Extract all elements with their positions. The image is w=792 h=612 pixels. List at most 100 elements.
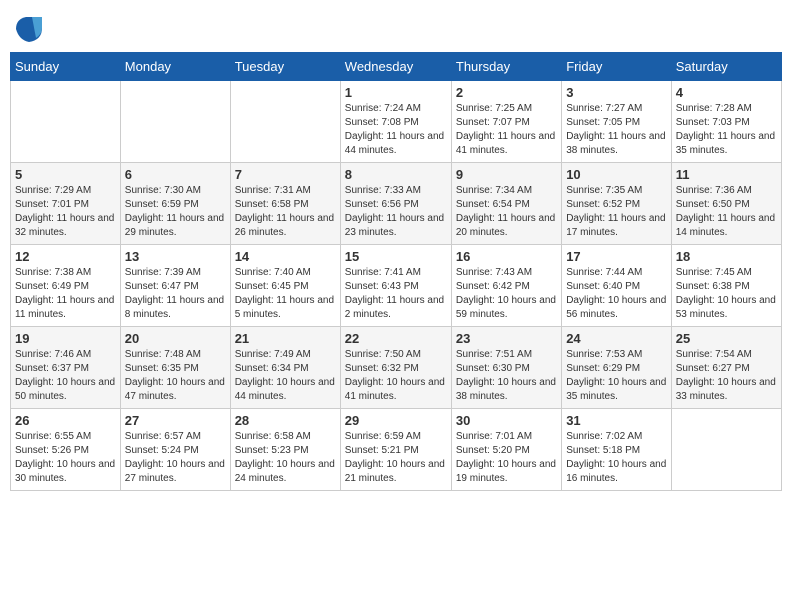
day-info: Sunrise: 7:46 AMSunset: 6:37 PMDaylight:… <box>15 348 116 404</box>
calendar-cell: 2 Sunrise: 7:25 AMSunset: 7:07 PMDaylight… <box>451 81 561 163</box>
calendar-cell: 27 Sunrise: 6:57 AMSunset: 5:24 PMDayligh… <box>120 409 230 491</box>
day-number: 4 <box>676 85 777 100</box>
day-info: Sunrise: 7:24 AMSunset: 7:08 PMDaylight:… <box>345 102 447 158</box>
day-info: Sunrise: 7:01 AMSunset: 5:20 PMDaylight:… <box>456 430 557 486</box>
day-number: 13 <box>125 249 226 264</box>
weekday-header-friday: Friday <box>562 53 672 81</box>
day-info: Sunrise: 7:34 AMSunset: 6:54 PMDaylight:… <box>456 184 557 240</box>
calendar-cell: 16 Sunrise: 7:43 AMSunset: 6:42 PMDayligh… <box>451 245 561 327</box>
calendar-cell: 14 Sunrise: 7:40 AMSunset: 6:45 PMDayligh… <box>230 245 340 327</box>
calendar-cell: 23 Sunrise: 7:51 AMSunset: 6:30 PMDayligh… <box>451 327 561 409</box>
weekday-header-sunday: Sunday <box>11 53 121 81</box>
calendar-cell: 7 Sunrise: 7:31 AMSunset: 6:58 PMDaylight… <box>230 163 340 245</box>
day-number: 23 <box>456 331 557 346</box>
day-number: 10 <box>566 167 667 182</box>
calendar-cell: 13 Sunrise: 7:39 AMSunset: 6:47 PMDayligh… <box>120 245 230 327</box>
calendar-cell: 20 Sunrise: 7:48 AMSunset: 6:35 PMDayligh… <box>120 327 230 409</box>
day-number: 3 <box>566 85 667 100</box>
calendar-cell: 28Sunrise: 6:58 AMSunset: 5:23 PMDayligh… <box>230 409 340 491</box>
day-number: 24 <box>566 331 667 346</box>
day-number: 2 <box>456 85 557 100</box>
day-number: 14 <box>235 249 336 264</box>
day-info: Sunrise: 7:41 AMSunset: 6:43 PMDaylight:… <box>345 266 447 322</box>
calendar-week-2: 5 Sunrise: 7:29 AMSunset: 7:01 PMDaylight… <box>11 163 782 245</box>
calendar-cell: 30Sunrise: 7:01 AMSunset: 5:20 PMDayligh… <box>451 409 561 491</box>
day-number: 5 <box>15 167 116 182</box>
weekday-header-wednesday: Wednesday <box>340 53 451 81</box>
day-info: Sunrise: 7:38 AMSunset: 6:49 PMDaylight:… <box>15 266 116 322</box>
calendar-cell: 24 Sunrise: 7:53 AMSunset: 6:29 PMDayligh… <box>562 327 672 409</box>
day-number: 29 <box>345 413 447 428</box>
day-number: 1 <box>345 85 447 100</box>
day-info: Sunrise: 7:02 AMSunset: 5:18 PMDaylight:… <box>566 430 667 486</box>
day-number: 27 <box>125 413 226 428</box>
day-info: Sunrise: 7:31 AMSunset: 6:58 PMDaylight:… <box>235 184 336 240</box>
day-info: Sunrise: 7:43 AMSunset: 6:42 PMDaylight:… <box>456 266 557 322</box>
day-number: 12 <box>15 249 116 264</box>
day-info: Sunrise: 7:30 AMSunset: 6:59 PMDaylight:… <box>125 184 226 240</box>
calendar-cell: 10 Sunrise: 7:35 AMSunset: 6:52 PMDayligh… <box>562 163 672 245</box>
calendar-cell: 19 Sunrise: 7:46 AMSunset: 6:37 PMDayligh… <box>11 327 121 409</box>
day-number: 7 <box>235 167 336 182</box>
day-info: Sunrise: 7:33 AMSunset: 6:56 PMDaylight:… <box>345 184 447 240</box>
calendar-week-4: 19 Sunrise: 7:46 AMSunset: 6:37 PMDayligh… <box>11 327 782 409</box>
day-number: 22 <box>345 331 447 346</box>
calendar-week-5: 26 Sunrise: 6:55 AMSunset: 5:26 PMDayligh… <box>11 409 782 491</box>
calendar-cell <box>230 81 340 163</box>
day-info: Sunrise: 7:28 AMSunset: 7:03 PMDaylight:… <box>676 102 777 158</box>
calendar-cell: 26 Sunrise: 6:55 AMSunset: 5:26 PMDayligh… <box>11 409 121 491</box>
day-info: Sunrise: 6:57 AMSunset: 5:24 PMDaylight:… <box>125 430 226 486</box>
calendar-cell: 29 Sunrise: 6:59 AMSunset: 5:21 PMDayligh… <box>340 409 451 491</box>
calendar-cell: 6 Sunrise: 7:30 AMSunset: 6:59 PMDaylight… <box>120 163 230 245</box>
page-header <box>10 10 782 44</box>
day-info: Sunrise: 7:39 AMSunset: 6:47 PMDaylight:… <box>125 266 226 322</box>
day-info: Sunrise: 7:35 AMSunset: 6:52 PMDaylight:… <box>566 184 667 240</box>
calendar-cell: 15 Sunrise: 7:41 AMSunset: 6:43 PMDayligh… <box>340 245 451 327</box>
day-number: 6 <box>125 167 226 182</box>
day-info: Sunrise: 7:25 AMSunset: 7:07 PMDaylight:… <box>456 102 557 158</box>
calendar-cell: 8 Sunrise: 7:33 AMSunset: 6:56 PMDaylight… <box>340 163 451 245</box>
calendar-cell <box>671 409 781 491</box>
day-number: 28 <box>235 413 336 428</box>
day-info: Sunrise: 7:51 AMSunset: 6:30 PMDaylight:… <box>456 348 557 404</box>
day-info: Sunrise: 7:50 AMSunset: 6:32 PMDaylight:… <box>345 348 447 404</box>
calendar-body: 1 Sunrise: 7:24 AMSunset: 7:08 PMDaylight… <box>11 81 782 491</box>
day-number: 15 <box>345 249 447 264</box>
calendar-cell: 22 Sunrise: 7:50 AMSunset: 6:32 PMDayligh… <box>340 327 451 409</box>
day-info: Sunrise: 7:49 AMSunset: 6:34 PMDaylight:… <box>235 348 336 404</box>
calendar-cell: 1 Sunrise: 7:24 AMSunset: 7:08 PMDaylight… <box>340 81 451 163</box>
day-info: Sunrise: 7:54 AMSunset: 6:27 PMDaylight:… <box>676 348 777 404</box>
day-number: 21 <box>235 331 336 346</box>
calendar-cell: 25 Sunrise: 7:54 AMSunset: 6:27 PMDayligh… <box>671 327 781 409</box>
calendar-cell: 17Sunrise: 7:44 AMSunset: 6:40 PMDayligh… <box>562 245 672 327</box>
calendar-week-3: 12 Sunrise: 7:38 AMSunset: 6:49 PMDayligh… <box>11 245 782 327</box>
day-number: 16 <box>456 249 557 264</box>
day-info: Sunrise: 7:36 AMSunset: 6:50 PMDaylight:… <box>676 184 777 240</box>
calendar-cell: 9Sunrise: 7:34 AMSunset: 6:54 PMDaylight… <box>451 163 561 245</box>
day-info: Sunrise: 7:48 AMSunset: 6:35 PMDaylight:… <box>125 348 226 404</box>
day-number: 17 <box>566 249 667 264</box>
day-info: Sunrise: 7:45 AMSunset: 6:38 PMDaylight:… <box>676 266 777 322</box>
calendar-cell: 31 Sunrise: 7:02 AMSunset: 5:18 PMDayligh… <box>562 409 672 491</box>
day-info: Sunrise: 6:59 AMSunset: 5:21 PMDaylight:… <box>345 430 447 486</box>
calendar-cell: 11Sunrise: 7:36 AMSunset: 6:50 PMDayligh… <box>671 163 781 245</box>
day-info: Sunrise: 6:55 AMSunset: 5:26 PMDaylight:… <box>15 430 116 486</box>
day-info: Sunrise: 7:40 AMSunset: 6:45 PMDaylight:… <box>235 266 336 322</box>
day-number: 31 <box>566 413 667 428</box>
weekday-header-thursday: Thursday <box>451 53 561 81</box>
day-info: Sunrise: 7:27 AMSunset: 7:05 PMDaylight:… <box>566 102 667 158</box>
day-number: 25 <box>676 331 777 346</box>
day-info: Sunrise: 7:29 AMSunset: 7:01 PMDaylight:… <box>15 184 116 240</box>
calendar-header-row: SundayMondayTuesdayWednesdayThursdayFrid… <box>11 53 782 81</box>
day-number: 26 <box>15 413 116 428</box>
calendar-cell <box>120 81 230 163</box>
calendar-table: SundayMondayTuesdayWednesdayThursdayFrid… <box>10 52 782 491</box>
weekday-header-tuesday: Tuesday <box>230 53 340 81</box>
day-number: 8 <box>345 167 447 182</box>
calendar-cell: 21 Sunrise: 7:49 AMSunset: 6:34 PMDayligh… <box>230 327 340 409</box>
logo-icon <box>14 14 44 44</box>
weekday-header-monday: Monday <box>120 53 230 81</box>
day-number: 19 <box>15 331 116 346</box>
day-info: Sunrise: 7:53 AMSunset: 6:29 PMDaylight:… <box>566 348 667 404</box>
day-number: 20 <box>125 331 226 346</box>
